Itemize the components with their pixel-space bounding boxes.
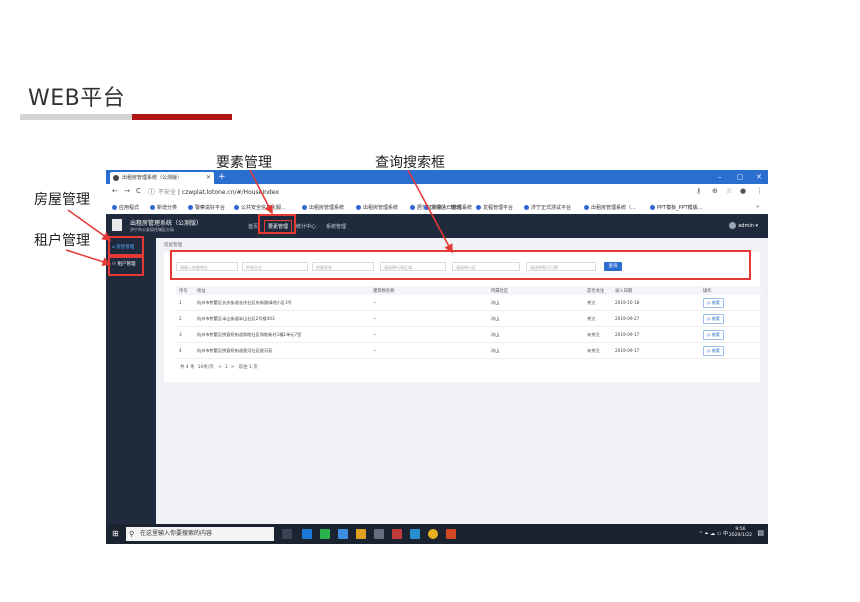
arrow-to-house-menu: [67, 209, 112, 241]
arrow-to-search-panel: [407, 169, 453, 254]
callout-arrows: [65, 169, 453, 267]
arrow-to-elements-nav: [249, 169, 273, 215]
arrow-to-tenant-menu: [65, 249, 112, 267]
